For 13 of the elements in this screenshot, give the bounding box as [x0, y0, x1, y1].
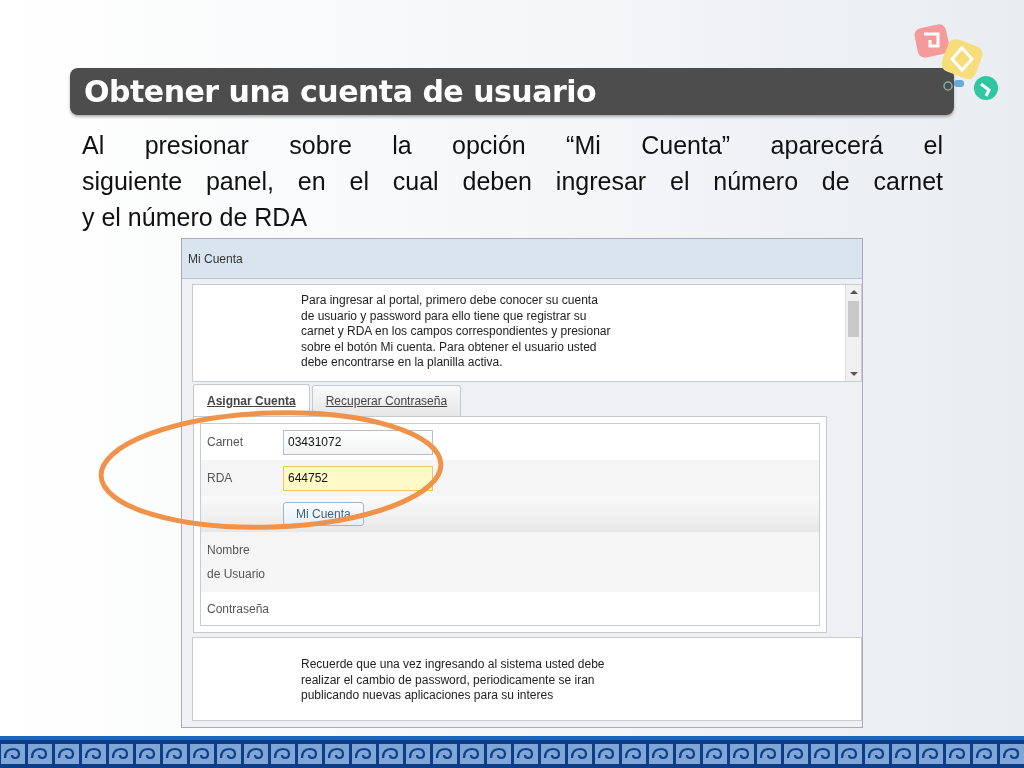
scrollbar[interactable] [845, 285, 861, 381]
slide-title: Obtener una cuenta de usuario [84, 74, 597, 109]
input-field[interactable]: 644752 [283, 465, 433, 491]
input-field[interactable]: 03431072 [283, 429, 433, 455]
notice-text-area[interactable]: Recuerde que una vez ingresando al sistema usted debe realizar el cambio de password, periodicamente se iran publicando nuevas aplicaciones para su interes [192, 637, 862, 721]
field-label: Carnet [206, 434, 245, 451]
info-text-area[interactable]: Para ingresar al portal, primero debe conocer su cuenta de usuario y password para ello tiene que registrar su carnet y RDA en los campos correspondientes y presionar sobre el botón Mi cuenta. Para obtener el usuario usted debe encontrarse en la planilla activa. [192, 284, 862, 382]
field-label: Nombre de Usuario [206, 542, 267, 583]
panel-title: Mi Cuenta [188, 251, 243, 266]
slide-paragraph: Al presionar sobre la opción “Mi Cuenta” aparecerá el siguiente panel, en el cual deben ingresar el número de carnet y el número de RDA [82, 130, 943, 233]
field-label: Contraseña [206, 600, 271, 618]
field-label: RDA [206, 470, 234, 487]
tab[interactable]: Recuperar Contraseña [311, 385, 462, 416]
